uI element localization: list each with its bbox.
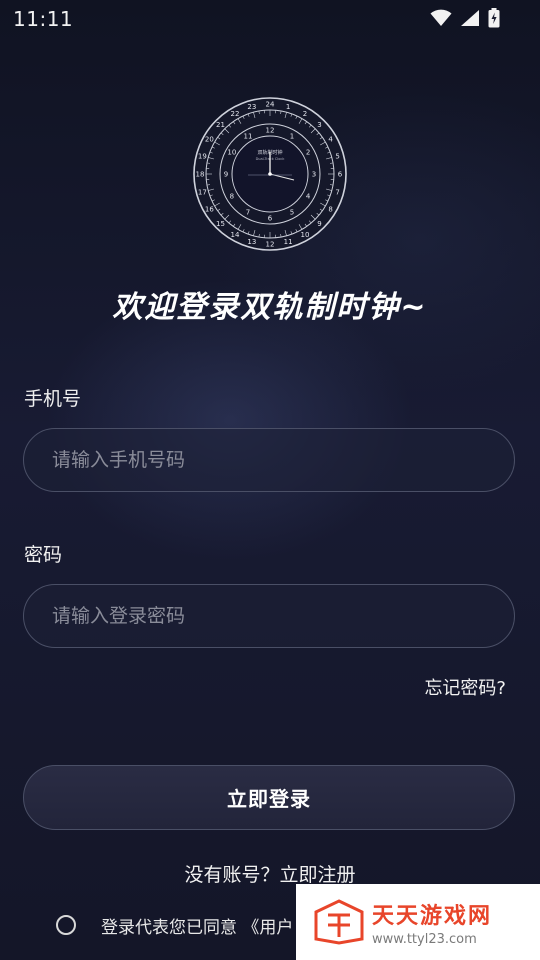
logo-number: 13: [247, 238, 256, 246]
watermark-url: www.ttyl23.com: [372, 931, 477, 947]
logo-number: 4: [306, 192, 311, 200]
logo-center-dot: [268, 172, 272, 176]
logo-number: 11: [284, 238, 293, 246]
password-label: 密码: [24, 544, 63, 566]
password-field[interactable]: [23, 584, 515, 648]
watermark-logo-icon: [314, 899, 364, 945]
logo-number: 24: [266, 100, 275, 108]
logo-number: 15: [216, 220, 225, 228]
logo-number: 19: [198, 152, 207, 160]
logo-number: 8: [230, 192, 234, 200]
register-link[interactable]: 没有账号？立即注册: [0, 860, 540, 887]
logo-number: 12: [266, 126, 275, 134]
logo-number: 7: [335, 189, 339, 197]
logo-number: 7: [246, 209, 250, 217]
status-time: 11:11: [13, 7, 74, 31]
logo-number: 1: [286, 103, 290, 111]
signal-icon: [460, 9, 480, 31]
logo-number: 3: [317, 121, 321, 129]
welcome-title: 欢迎登录双轨制时钟~: [112, 290, 428, 325]
phone-field[interactable]: [23, 428, 515, 492]
wifi-icon: [430, 9, 452, 31]
logo-number: 23: [247, 103, 256, 111]
agreement-radio[interactable]: [56, 915, 76, 935]
logo-number: 10: [227, 148, 236, 156]
logo-number: 18: [196, 170, 205, 178]
logo-number: 3: [312, 170, 316, 178]
logo-number: 2: [306, 148, 310, 156]
logo-number: 10: [301, 231, 310, 239]
battery-charging-icon: [488, 8, 500, 32]
watermark-title: 天天游戏网: [372, 903, 493, 929]
logo-number: 11: [244, 132, 253, 140]
watermark: 天天游戏网 www.ttyl23.com: [296, 884, 540, 960]
phone-input[interactable]: [24, 429, 514, 491]
agreement-text[interactable]: 登录代表您已同意 《用户: [101, 913, 293, 938]
logo-number: 1: [290, 132, 294, 140]
logo-number: 5: [335, 152, 339, 160]
status-icons: [430, 8, 500, 32]
app-logo: 1 2 3 4 5 6 7 8 9 10 11 12 13 14 15 16 17 18 19 20 21 22 23 24 …: [190, 96, 350, 252]
login-button[interactable]: 立即登录: [23, 765, 515, 830]
logo-number: 4: [328, 135, 333, 143]
logo-number: 22: [231, 110, 240, 118]
status-bar: 11:11: [0, 0, 540, 38]
logo-number: 6: [268, 214, 273, 222]
logo-number: 5: [290, 209, 294, 217]
logo-number: 6: [338, 170, 343, 178]
logo-number: 16: [205, 205, 214, 213]
watermark-text: 天天游戏网 www.ttyl23.com: [372, 898, 492, 947]
phone-label: 手机号: [24, 388, 82, 410]
password-input[interactable]: [24, 585, 514, 647]
logo-number: 9: [224, 170, 228, 178]
logo-number: 2: [303, 110, 307, 118]
logo-number: 8: [328, 205, 332, 213]
dual-track-clock-logo: 1234567891011121314151617181920212223 24 …: [193, 97, 347, 251]
logo-number: 21: [216, 121, 225, 129]
logo-number: 9: [317, 220, 321, 228]
logo-number: 20: [205, 135, 214, 143]
logo-number: 14: [231, 231, 240, 239]
agreement-row: 登录代表您已同意 《用户: [56, 912, 293, 938]
forgot-password-link[interactable]: 忘记密码?: [424, 674, 506, 700]
logo-number: 12: [266, 240, 275, 248]
logo-number: 17: [198, 189, 207, 197]
